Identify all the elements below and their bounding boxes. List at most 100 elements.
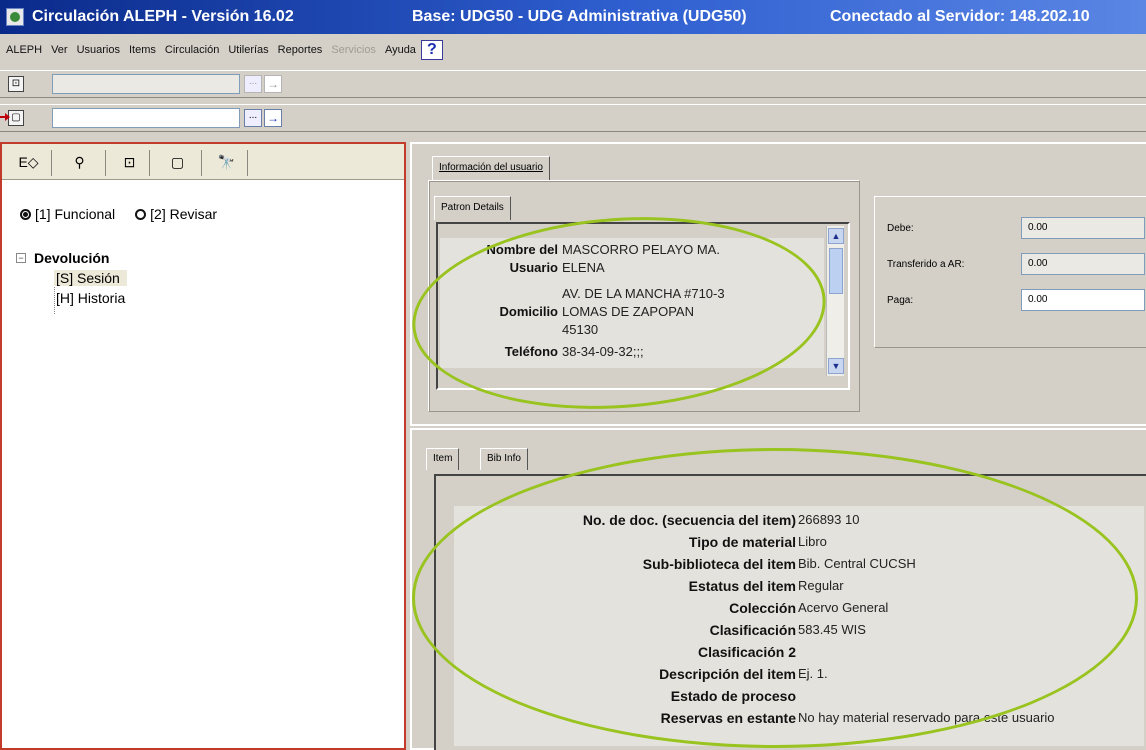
window-server: Conectado al Servidor: 148.202.10 <box>830 8 1090 25</box>
scroll-up-icon[interactable]: ▲ <box>828 228 844 244</box>
left-tab-strip: E◇ ⚲ ⊡ ▢ 🔭 <box>2 144 404 180</box>
item-value: Regular <box>798 578 844 593</box>
patron-value: ELENA <box>562 260 605 275</box>
radio-revisar[interactable] <box>135 208 147 220</box>
radio-funcional-label[interactable]: [1] Funcional <box>35 206 115 222</box>
menu-ver[interactable]: Ver <box>51 44 68 56</box>
patron-row: AV. DE LA MANCHA #710-3 <box>440 286 824 301</box>
finance-value[interactable]: 0.00 <box>1021 289 1145 311</box>
finance-label: Paga: <box>887 294 914 306</box>
help-button[interactable]: ? <box>420 40 443 60</box>
tree-node-sesion[interactable]: [S] Sesión <box>54 270 128 286</box>
patron-label: Teléfono <box>504 344 558 359</box>
finance-label: Transferido a AR: <box>887 258 965 270</box>
item-row: Sub-biblioteca del item Bib. Central CUC… <box>454 556 1144 572</box>
mode-radio-group: [1] Funcional [2] Revisar <box>20 206 237 222</box>
pointer-arrow-icon <box>0 113 10 121</box>
tab-bib-info[interactable]: Bib Info <box>480 448 528 470</box>
item-value: Bib. Central CUCSH <box>798 556 916 571</box>
finance-value: 0.00 <box>1021 253 1145 275</box>
item-value: Libro <box>798 534 827 549</box>
patron-row: Domicilio LOMAS DE ZAPOPAN <box>440 304 824 319</box>
menu-items[interactable]: Items <box>129 44 156 56</box>
item-toolbar: ▢ ... → <box>0 104 1146 132</box>
item-value: Ej. 1. <box>798 666 828 681</box>
menu-aleph[interactable]: ALEPH <box>6 44 42 56</box>
item-barcode-input[interactable] <box>52 108 240 128</box>
patron-go-button[interactable]: → <box>264 75 282 93</box>
patron-value: AV. DE LA MANCHA #710-3 <box>562 286 725 301</box>
window-base: Base: UDG50 - UDG Administrativa (UDG50) <box>412 8 747 25</box>
item-barcode-icon[interactable]: ▢ <box>8 110 24 126</box>
search-binoculars-icon[interactable]: 🔭 <box>206 150 248 176</box>
item-value: 583.45 WIS <box>798 622 866 637</box>
patron-card-tab-icon[interactable]: ⊡ <box>110 150 150 176</box>
window-title-bar: Circulación ALEPH - Versión 16.02 Base: … <box>0 0 1146 34</box>
item-label: No. de doc. (secuencia del item) <box>582 512 796 528</box>
scroll-down-icon[interactable]: ▼ <box>828 358 844 374</box>
item-row: Tipo de material Libro <box>454 534 1144 550</box>
item-row: Reservas en estante No hay material rese… <box>454 710 1144 726</box>
item-row: Estado de proceso <box>454 688 1144 704</box>
return-mode-tab-icon[interactable]: E◇ <box>6 150 52 176</box>
menu-bar: ALEPH Ver Usuarios Items Circulación Uti… <box>0 38 1146 62</box>
item-details-area: No. de doc. (secuencia del item) 266893 … <box>434 474 1146 750</box>
item-row: No. de doc. (secuencia del item) 266893 … <box>454 512 1144 528</box>
finance-row-transferido: Transferido a AR: 0.00 <box>887 253 1145 275</box>
patron-details-list: Nombre del MASCORRO PELAYO MA. Usuario E… <box>440 238 824 368</box>
patron-row: 45130 <box>440 322 824 337</box>
window-title: Circulación ALEPH - Versión 16.02 <box>32 8 294 25</box>
item-value: 266893 10 <box>798 512 860 527</box>
item-label: Estatus del item <box>688 578 796 594</box>
patron-tab-icon[interactable]: ⚲ <box>54 150 106 176</box>
item-label: Clasificación 2 <box>697 644 796 660</box>
item-go-button[interactable]: → <box>264 109 282 127</box>
finance-label: Debe: <box>887 222 914 234</box>
tab-informacion-usuario[interactable]: Información del usuario <box>432 156 550 180</box>
tab-item[interactable]: Item <box>426 448 460 470</box>
patron-value: 45130 <box>562 322 599 337</box>
patron-id-icon[interactable]: ⊡ <box>8 76 24 92</box>
patron-id-input[interactable] <box>52 74 240 94</box>
finance-row-paga: Paga: 0.00 <box>887 289 1145 311</box>
patron-value: LOMAS DE ZAPOPAN <box>562 304 694 319</box>
item-label: Clasificación <box>709 622 796 638</box>
item-row: Clasificación 583.45 WIS <box>454 622 1144 638</box>
item-label: Tipo de material <box>688 534 796 550</box>
item-info-panel: Item Bib Info No. de doc. (secuencia del… <box>410 428 1146 750</box>
item-label: Reservas en estante <box>660 710 796 726</box>
finance-value: 0.00 <box>1021 217 1145 239</box>
menu-utilerias[interactable]: Utilerías <box>228 44 268 56</box>
patron-row: Teléfono 38-34-09-32;;; <box>440 344 824 359</box>
item-tab-icon[interactable]: ▢ <box>154 150 202 176</box>
radio-revisar-label[interactable]: [2] Revisar <box>150 206 217 222</box>
item-label: Colección <box>729 600 796 616</box>
patron-label: Usuario <box>509 260 558 275</box>
tree-node-devolucion[interactable]: − Devolución <box>16 250 127 266</box>
item-row: Estatus del item Regular <box>454 578 1144 594</box>
tab-patron-details[interactable]: Patron Details <box>434 196 511 220</box>
left-navigation-panel: E◇ ⚲ ⊡ ▢ 🔭 [1] Funcional [2] Revisar − D… <box>0 142 406 750</box>
collapse-icon[interactable]: − <box>16 253 26 263</box>
menu-reportes[interactable]: Reportes <box>278 44 323 56</box>
item-label: Descripción del item <box>659 666 796 682</box>
patron-scrollbar[interactable]: ▲ ▼ <box>826 226 844 376</box>
tree-node-historia[interactable]: [H] Historia <box>54 290 127 306</box>
item-row: Colección Acervo General <box>454 600 1144 616</box>
patron-toolbar: ⊡ ... → <box>0 70 1146 98</box>
patron-value: MASCORRO PELAYO MA. <box>562 242 720 257</box>
patron-label: Nombre del <box>486 242 558 257</box>
item-lookup-button[interactable]: ... <box>244 109 262 127</box>
menu-ayuda[interactable]: Ayuda <box>385 44 416 56</box>
menu-circulacion[interactable]: Circulación <box>165 44 219 56</box>
patron-label: Domicilio <box>499 304 558 319</box>
patron-row: Usuario ELENA <box>440 260 824 275</box>
patron-lookup-button[interactable]: ... <box>244 75 262 93</box>
patron-value: 38-34-09-32;;; <box>562 344 644 359</box>
radio-funcional[interactable] <box>20 208 31 220</box>
scroll-thumb[interactable] <box>829 248 843 294</box>
tab-informacion-usuario-label: Información del usuario <box>439 162 543 173</box>
function-tree: − Devolución [S] Sesión [H] Historia <box>16 250 128 314</box>
menu-usuarios[interactable]: Usuarios <box>77 44 120 56</box>
patron-label <box>440 322 562 337</box>
